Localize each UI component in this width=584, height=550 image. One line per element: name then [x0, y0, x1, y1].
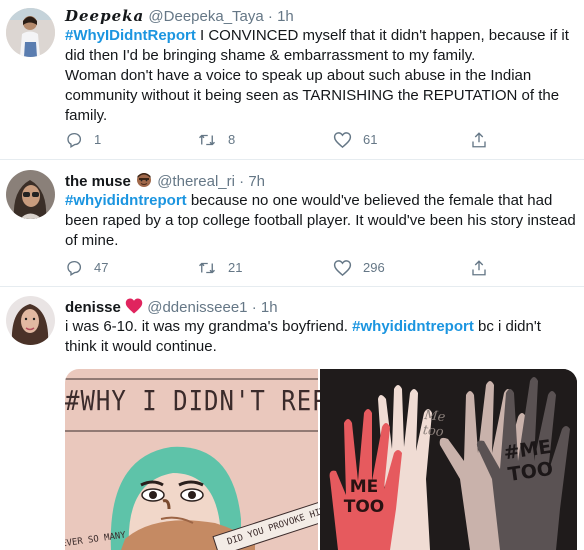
tweet-header: denisse @ddenisseee1 · 1h	[65, 297, 576, 317]
hand-text-me-too-light: Me too	[422, 407, 447, 441]
retweet-icon	[199, 262, 215, 274]
tweet-header: the muse @thereal_ri · 7h	[65, 171, 576, 191]
like-icon	[333, 260, 352, 277]
media-image-right[interactable]: ME TOO Me too #ME TOO	[320, 369, 577, 550]
avatar[interactable]	[6, 296, 55, 345]
tweet-header: Deepeka @Deepeka_Taya · 1h	[65, 6, 576, 26]
reply-button[interactable]: 1	[65, 130, 101, 150]
tweet-actions: 47 21 296	[65, 258, 495, 278]
avatar-image	[6, 8, 55, 57]
tweet[interactable]: the muse @thereal_ri · 7h #whyididntrepo…	[0, 160, 584, 287]
hand-text-me-too-red: ME TOO	[343, 477, 385, 517]
like-button[interactable]: 61	[333, 130, 377, 150]
separator: ·	[239, 173, 245, 190]
avatar-image	[6, 170, 55, 219]
media-image-left[interactable]: #WHY I DIDN'T REPORT DID YOU PROVOKE HIM…	[65, 369, 373, 550]
display-name[interactable]: the muse	[65, 173, 131, 190]
reply-count: 47	[94, 260, 109, 275]
reply-count: 1	[94, 132, 102, 147]
retweet-icon	[199, 134, 215, 146]
avatar-image	[6, 296, 55, 345]
tweet-media[interactable]: #WHY I DIDN'T REPORT DID YOU PROVOKE HIM…	[65, 369, 577, 550]
display-name[interactable]: Deepeka	[65, 7, 144, 25]
timestamp[interactable]: 7h	[248, 173, 265, 190]
reply-icon	[67, 132, 82, 148]
red-heart-icon	[125, 297, 143, 315]
reply-button[interactable]: 47	[65, 258, 108, 278]
tweet-text: #WhyIDidntReport I CONVINCED myself that…	[65, 26, 576, 126]
retweet-count: 21	[228, 260, 243, 275]
man-emoji-icon	[135, 171, 153, 189]
hand-text-me-too-dark: #ME TOO	[502, 435, 555, 486]
tweet[interactable]: Deepeka @Deepeka_Taya · 1h #WhyIDidntRep…	[0, 0, 584, 160]
share-icon	[472, 132, 486, 148]
separator: ·	[267, 8, 273, 25]
retweet-button[interactable]: 8	[197, 130, 235, 150]
tweet-text-part: i was 6-10. it was my grandma's boyfrien…	[65, 318, 353, 335]
share-icon	[472, 260, 486, 276]
tweet-actions: 1 8 61	[65, 130, 495, 150]
like-count: 61	[363, 132, 378, 147]
avatar[interactable]	[6, 8, 55, 57]
like-count: 296	[363, 260, 385, 275]
hashtag-link[interactable]: #whyididntreport	[65, 192, 187, 209]
retweet-button[interactable]: 21	[197, 258, 242, 278]
user-handle[interactable]: @Deepeka_Taya	[148, 8, 263, 25]
reply-icon	[67, 260, 82, 276]
separator: ·	[251, 299, 257, 316]
tweet-text: #whyididntreport because no one would've…	[65, 191, 576, 251]
share-button[interactable]	[470, 258, 488, 278]
user-handle[interactable]: @ddenisseee1	[147, 299, 247, 316]
hashtag-link[interactable]: #whyididntreport	[352, 318, 474, 335]
share-button[interactable]	[470, 130, 488, 150]
like-icon	[333, 132, 352, 149]
retweet-count: 8	[228, 132, 236, 147]
hashtag-link[interactable]: #WhyIDidntReport	[65, 27, 196, 44]
user-handle[interactable]: @thereal_ri	[157, 173, 235, 190]
like-button[interactable]: 296	[333, 258, 385, 278]
display-name[interactable]: denisse	[65, 299, 121, 316]
tweet-text: i was 6-10. it was my grandma's boyfrien…	[65, 317, 576, 357]
timestamp[interactable]: 1h	[261, 299, 278, 316]
avatar[interactable]	[6, 170, 55, 219]
timestamp[interactable]: 1h	[277, 8, 294, 25]
tweet-text-part: Woman don't have a voice to speak up abo…	[65, 67, 560, 124]
